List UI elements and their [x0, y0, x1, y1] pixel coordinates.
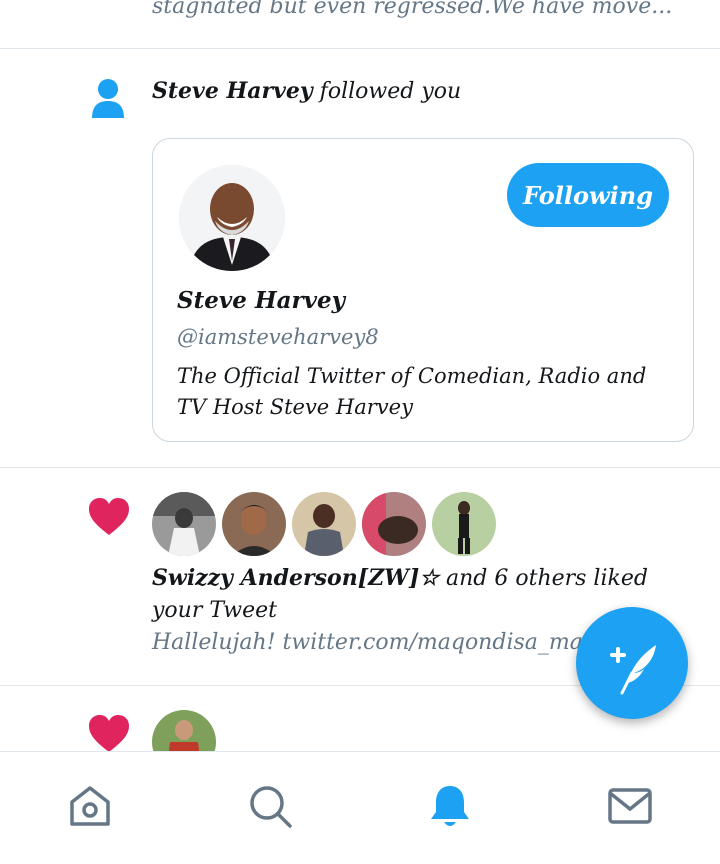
messages-envelope-icon[interactable] — [606, 782, 654, 830]
heart-icon — [89, 498, 129, 535]
avatar-image — [432, 492, 496, 556]
search-icon[interactable] — [246, 782, 294, 830]
divider — [0, 467, 720, 468]
follow-action: followed you — [312, 79, 462, 104]
liker-avatar[interactable] — [362, 492, 426, 556]
liker-avatar[interactable] — [292, 492, 356, 556]
avatar-image — [179, 165, 285, 271]
avatar-image — [292, 492, 356, 556]
liker-avatar[interactable] — [152, 492, 216, 556]
previous-tweet-snippet[interactable]: stagnated but even regressed.We have mov… — [152, 0, 672, 19]
follower-name[interactable]: Steve Harvey — [152, 78, 313, 104]
liker-avatar[interactable] — [222, 492, 286, 556]
notifications-bell-icon[interactable] — [426, 782, 474, 830]
divider — [0, 48, 720, 49]
avatar-image — [222, 492, 286, 556]
avatar-image — [362, 492, 426, 556]
user-card[interactable]: Following Steve Harvey @iamsteveharvey8 … — [152, 138, 694, 442]
liked-tweet-snippet[interactable]: Hallelujah! twitter.com/maqondisa_ma — [152, 630, 583, 655]
home-icon[interactable] — [66, 782, 114, 830]
heart-icon — [89, 715, 129, 752]
card-user-bio: The Official Twitter of Comedian, Radio … — [177, 364, 647, 419]
liker-avatar[interactable] — [432, 492, 496, 556]
follow-text: Steve Harvey followed you — [152, 78, 461, 104]
avatar[interactable] — [179, 165, 285, 271]
following-button[interactable]: Following — [507, 163, 669, 227]
liker-name[interactable]: Swizzy Anderson[ZW]☆ — [152, 565, 439, 591]
bottom-navigation — [0, 751, 720, 864]
card-user-handle[interactable]: @iamsteveharvey8 — [177, 325, 379, 349]
compose-feather-icon — [610, 645, 656, 695]
person-icon — [92, 79, 124, 118]
card-user-name[interactable]: Steve Harvey — [177, 287, 345, 314]
avatar-image — [152, 492, 216, 556]
compose-tweet-button[interactable] — [576, 607, 688, 719]
